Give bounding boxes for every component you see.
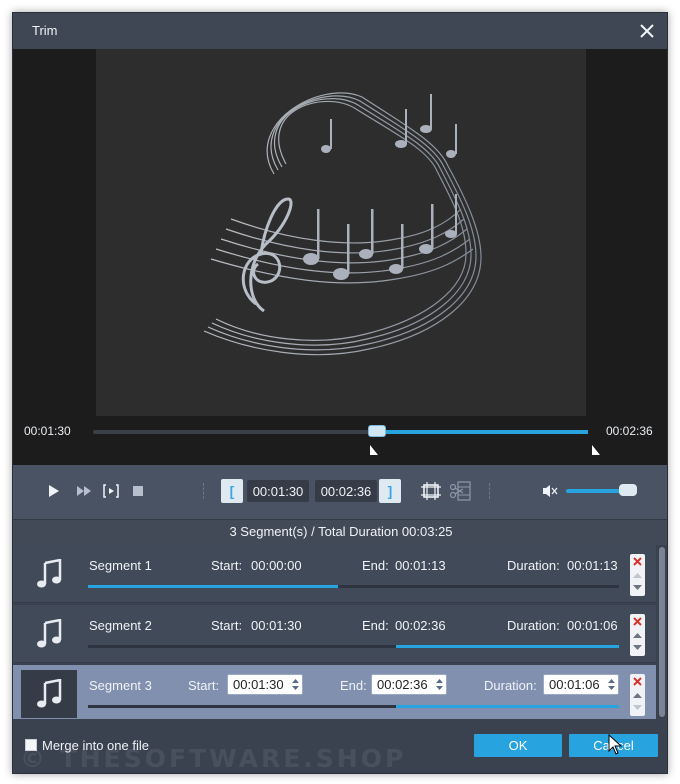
segment-duration-value: 00:01:06 [567,618,618,633]
timeline-track[interactable] [93,425,588,437]
end-label: End: [340,678,367,693]
preview-canvas [96,49,586,416]
toolbar-separator [489,483,490,499]
segment-actions [630,614,645,656]
spin-arrows-icon[interactable] [436,678,443,691]
end-label: End: [362,618,389,633]
set-start-bracket-icon[interactable]: [ [221,479,243,503]
play-icon[interactable] [46,479,62,503]
segment-duration-value: 00:01:13 [567,558,618,573]
delete-segment-icon[interactable] [633,677,642,686]
duration-label: Duration: [507,618,560,633]
mouse-cursor-icon [608,733,623,759]
duration-field[interactable]: 00:01:06 [543,674,619,695]
segment-end-value: 00:01:13 [395,558,446,573]
close-icon[interactable] [637,21,657,41]
end-time-field[interactable]: 00:02:36 [371,674,447,695]
segment-row-selected[interactable]: Segment 3 Start: 00:01:30 End: 00:02:36 … [13,665,656,723]
ok-button[interactable]: OK [474,734,562,757]
video-preview: 00:01:30 00:02:36 [13,49,667,465]
segment-range-bar [88,705,619,708]
move-down-icon[interactable] [633,584,642,591]
segment-range-fill [395,645,619,648]
segment-end-value: 00:02:36 [395,618,446,633]
duration-label: Duration: [484,678,537,693]
segment-list: Segment 1 Start: 00:00:00 End: 00:01:13 … [13,545,667,723]
toolbar-separator [203,483,204,499]
segment-name: Segment 1 [89,558,152,573]
duration-field-value: 00:01:06 [549,677,600,692]
move-down-icon[interactable] [633,704,642,711]
add-segment-icon[interactable] [420,479,442,503]
segment-name: Segment 2 [89,618,152,633]
delete-segment-icon[interactable] [633,557,642,566]
segment-list-scrollbar[interactable] [656,545,667,719]
end-time-label: 00:02:36 [606,424,653,438]
move-up-icon[interactable] [633,692,642,699]
start-label: Start: [211,618,243,633]
segment-name: Segment 3 [89,678,152,693]
fast-forward-icon[interactable] [75,479,93,503]
end-time-field-value: 00:02:36 [377,677,428,692]
spin-arrows-icon[interactable] [608,678,615,691]
end-label: End: [362,558,389,573]
duration-label: Duration: [507,558,560,573]
move-up-icon[interactable] [633,632,642,639]
move-down-icon[interactable] [633,644,642,651]
segment-start-value: 00:01:30 [251,618,302,633]
start-time-display: 00:01:30 [247,480,309,502]
segment-start-value: 00:00:00 [251,558,302,573]
segment-row[interactable]: Segment 1 Start: 00:00:00 End: 00:01:13 … [13,545,656,603]
segment-range-fill [88,585,338,588]
play-segment-icon[interactable] [102,479,120,503]
scrollbar-thumb[interactable] [659,547,665,717]
end-time-display: 00:02:36 [315,480,377,502]
start-time-field[interactable]: 00:01:30 [227,674,303,695]
timeline-selection-fill [379,430,588,434]
title-bar: Trim [13,13,667,49]
volume-icon[interactable] [541,479,559,503]
scissors-icon[interactable] [449,479,471,503]
watermark: © THESOFTWARE.SHOP [20,744,407,773]
start-time-field-value: 00:01:30 [233,677,284,692]
segment-row[interactable]: Segment 2 Start: 00:01:30 End: 00:02:36 … [13,605,656,663]
segments-summary: 3 Segment(s) / Total Duration 00:03:25 [13,519,667,545]
current-time-label: 00:01:30 [24,424,71,438]
volume-slider-handle[interactable] [618,484,637,496]
spin-arrows-icon[interactable] [292,678,299,691]
move-up-icon[interactable] [633,572,642,579]
stop-icon[interactable] [130,479,146,503]
delete-segment-icon[interactable] [633,617,642,626]
playhead-handle[interactable] [368,425,387,437]
audio-note-icon [21,610,77,658]
dialog-title: Trim [32,23,58,38]
audio-note-icon [21,670,77,718]
segment-range-bar [88,645,619,648]
trim-dialog: Trim 00:01:30 00:02:36 [00:01:30 00:02:… [12,12,668,774]
segment-range-bar [88,585,619,588]
segment-range-fill [395,705,619,708]
segment-actions [630,554,645,596]
music-notes-artwork [203,92,482,356]
set-end-bracket-icon[interactable]: ] [379,479,401,503]
start-label: Start: [188,678,220,693]
audio-note-icon [21,550,77,598]
segment-actions [630,674,645,716]
start-label: Start: [211,558,243,573]
